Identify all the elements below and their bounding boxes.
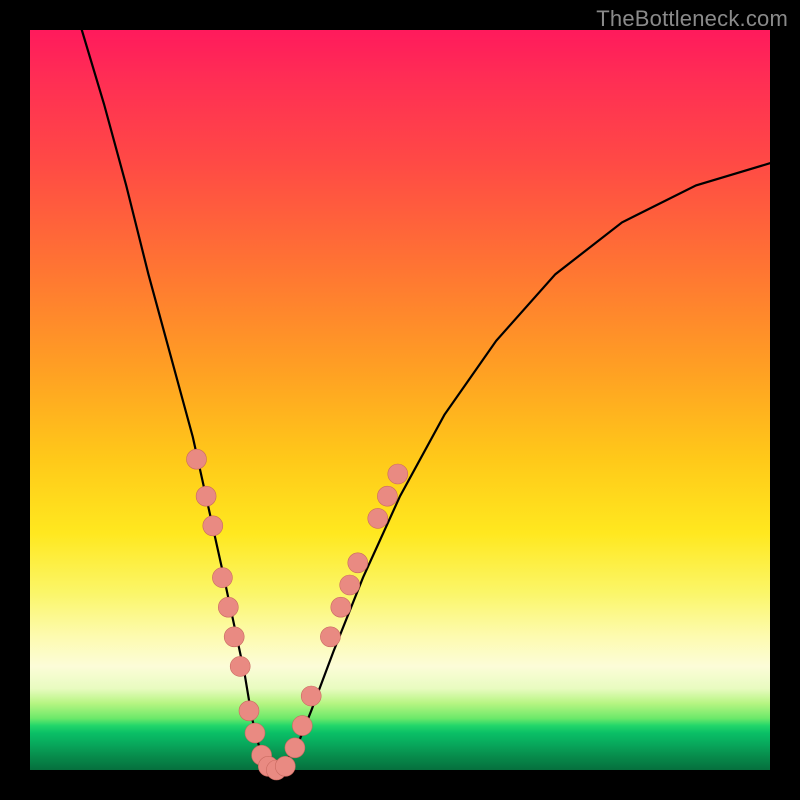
data-marker — [218, 597, 238, 617]
data-marker — [203, 516, 223, 536]
data-marker — [224, 627, 244, 647]
data-marker — [187, 449, 207, 469]
data-marker — [377, 486, 397, 506]
bottleneck-curve — [82, 30, 770, 770]
data-marker — [331, 597, 351, 617]
data-marker — [212, 568, 232, 588]
data-marker — [245, 723, 265, 743]
data-marker — [285, 738, 305, 758]
data-marker — [320, 627, 340, 647]
watermark-text: TheBottleneck.com — [596, 6, 788, 32]
chart-svg — [30, 30, 770, 770]
data-marker — [368, 508, 388, 528]
data-marker — [340, 575, 360, 595]
data-marker — [230, 656, 250, 676]
data-marker — [275, 756, 295, 776]
data-marker — [292, 716, 312, 736]
plot-area — [30, 30, 770, 770]
marker-group — [187, 449, 408, 780]
chart-frame: TheBottleneck.com — [0, 0, 800, 800]
data-marker — [388, 464, 408, 484]
data-marker — [196, 486, 216, 506]
data-marker — [348, 553, 368, 573]
data-marker — [301, 686, 321, 706]
data-marker — [239, 701, 259, 721]
